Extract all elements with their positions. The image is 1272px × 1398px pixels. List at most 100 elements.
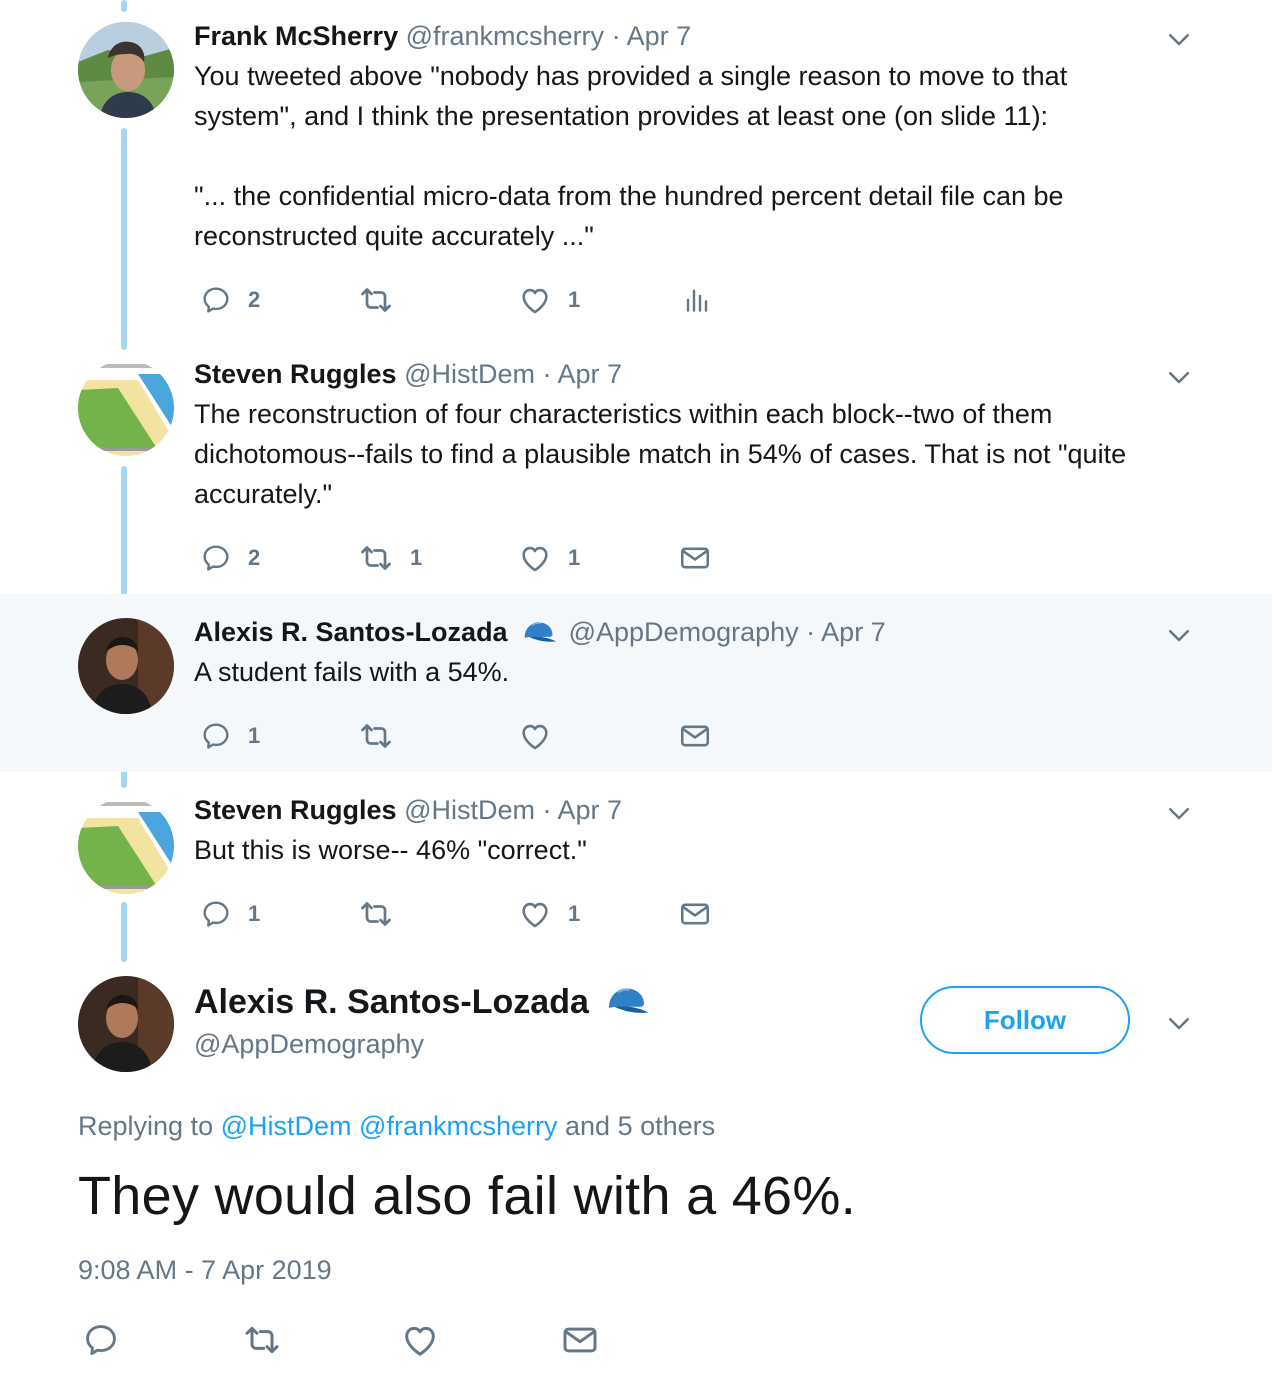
reply-icon: [200, 898, 232, 930]
reply-count: 1: [248, 901, 261, 926]
tweet[interactable]: Frank McSherry @frankmcsherry · Apr 7 Yo…: [0, 0, 1272, 350]
main-tweet-actions: [78, 1318, 638, 1362]
tweet-text-line: [194, 136, 1192, 176]
reply-count: 1: [248, 723, 261, 748]
author-name[interactable]: Alexis R. Santos-Lozada: [194, 617, 508, 647]
retweet-icon: [358, 896, 394, 932]
dm-button[interactable]: [678, 894, 712, 934]
separator: ·: [542, 359, 552, 389]
retweet-button[interactable]: [358, 280, 410, 320]
like-button[interactable]: [518, 716, 552, 756]
tweet-date[interactable]: Apr 7: [627, 21, 692, 51]
reply-button[interactable]: 1: [200, 894, 260, 934]
mail-icon: [678, 897, 712, 931]
avatar[interactable]: [78, 798, 174, 894]
tweet-text-line: A student fails with a 54%.: [194, 657, 510, 687]
tweet-actions: 1: [194, 716, 754, 756]
follow-button[interactable]: Follow: [920, 986, 1130, 1054]
main-tweet-text: They would also fail with a 46%.: [78, 1166, 856, 1226]
replying-suffix[interactable]: and 5 others: [565, 1111, 715, 1141]
author-handle[interactable]: @HistDem: [404, 359, 535, 389]
tweet-text-line: But this is worse-- 46% "correct.": [194, 835, 587, 865]
reply-button[interactable]: 1: [200, 716, 260, 756]
mention-link[interactable]: @frankmcsherry: [359, 1111, 557, 1141]
mention-link[interactable]: @HistDem: [221, 1111, 352, 1141]
author-handle[interactable]: @AppDemography: [569, 617, 799, 647]
heart-icon: [518, 283, 552, 317]
heart-icon: [518, 541, 552, 575]
analytics-button[interactable]: [680, 280, 712, 320]
tweet-date[interactable]: Apr 7: [558, 359, 623, 389]
cap-emoji-icon: [604, 983, 650, 1017]
retweet-button[interactable]: [242, 1318, 282, 1362]
tweet-text: A student fails with a 54%.: [194, 652, 1192, 692]
retweet-button[interactable]: [358, 894, 394, 934]
chevron-down-icon[interactable]: [1164, 620, 1194, 650]
separator: ·: [611, 21, 621, 51]
like-button[interactable]: 1: [518, 280, 580, 320]
tweet-text-line: "... the confidential micro-data from th…: [194, 181, 1064, 211]
tweet-header: Steven Ruggles @HistDem · Apr 7: [194, 356, 1192, 392]
cap-emoji-icon: [521, 618, 557, 645]
tweet[interactable]: Alexis R. Santos-Lozada @AppDemography ·…: [0, 594, 1272, 772]
like-count: 1: [568, 287, 581, 312]
reply-button[interactable]: 2: [200, 538, 260, 578]
main-tweet-timestamp[interactable]: 9:08 AM - 7 Apr 2019: [78, 1252, 332, 1288]
heart-icon: [400, 1320, 440, 1360]
chevron-down-icon[interactable]: [1164, 24, 1194, 54]
tweet-date[interactable]: Apr 7: [821, 617, 886, 647]
avatar[interactable]: [78, 976, 174, 1072]
author-handle[interactable]: @frankmcsherry: [406, 21, 604, 51]
like-button[interactable]: [400, 1318, 440, 1362]
tweet-actions: 2 1: [194, 280, 754, 320]
dm-button[interactable]: [678, 538, 712, 578]
dm-button[interactable]: [678, 716, 712, 756]
chevron-down-icon[interactable]: [1164, 1008, 1194, 1038]
tweet-text: The reconstruction of four characteristi…: [194, 394, 1192, 514]
author-name[interactable]: Steven Ruggles: [194, 795, 397, 825]
retweet-button[interactable]: 1: [358, 538, 422, 578]
tweet-header: Steven Ruggles @HistDem · Apr 7: [194, 792, 1192, 828]
tweet[interactable]: Steven Ruggles @HistDem · Apr 7 But this…: [0, 772, 1272, 962]
like-button[interactable]: 1: [518, 538, 580, 578]
avatar[interactable]: [78, 618, 174, 714]
retweet-icon: [242, 1320, 282, 1360]
tweet[interactable]: Steven Ruggles @HistDem · Apr 7 The reco…: [0, 350, 1272, 594]
chevron-down-icon[interactable]: [1164, 362, 1194, 392]
separator: ·: [542, 795, 552, 825]
reply-count: 2: [248, 545, 261, 570]
separator: ·: [806, 617, 816, 647]
replying-prefix: Replying to: [78, 1111, 214, 1141]
tweet-date[interactable]: Apr 7: [558, 795, 623, 825]
like-count: 1: [568, 901, 581, 926]
tweet-actions: 1 1: [194, 894, 754, 934]
heart-icon: [518, 719, 552, 753]
tweet-text-line: You tweeted above "nobody has provided a…: [194, 61, 1068, 91]
avatar[interactable]: [78, 22, 174, 118]
tweet-text-line: reconstructed quite accurately ...": [194, 221, 594, 251]
mail-icon: [678, 719, 712, 753]
author-name[interactable]: Steven Ruggles: [194, 359, 397, 389]
retweet-button[interactable]: [358, 716, 394, 756]
main-author-name[interactable]: Alexis R. Santos-Lozada: [194, 980, 654, 1024]
tweet-text: But this is worse-- 46% "correct.": [194, 830, 1192, 870]
main-author-handle[interactable]: @AppDemography: [194, 1026, 424, 1062]
chevron-down-icon[interactable]: [1164, 798, 1194, 828]
tweet-header: Alexis R. Santos-Lozada @AppDemography ·…: [194, 614, 1192, 650]
author-name[interactable]: Frank McSherry: [194, 21, 398, 51]
tweet-header: Frank McSherry @frankmcsherry · Apr 7: [194, 18, 1192, 54]
retweet-icon: [358, 540, 394, 576]
reply-button[interactable]: 2: [200, 280, 260, 320]
main-author-name-text: Alexis R. Santos-Lozada: [194, 983, 589, 1021]
replying-to: Replying to @HistDem @frankmcsherry and …: [78, 1108, 715, 1144]
dm-button[interactable]: [560, 1318, 600, 1362]
tweet-text-line: system", and I think the presentation pr…: [194, 101, 1049, 131]
tweet-text-line: accurately.": [194, 479, 333, 509]
like-button[interactable]: 1: [518, 894, 580, 934]
reply-button[interactable]: [82, 1318, 120, 1362]
avatar[interactable]: [78, 360, 174, 456]
author-handle[interactable]: @HistDem: [404, 795, 535, 825]
reply-icon: [200, 284, 232, 316]
like-count: 1: [568, 545, 581, 570]
tweet-text-line: The reconstruction of four characteristi…: [194, 399, 1053, 429]
